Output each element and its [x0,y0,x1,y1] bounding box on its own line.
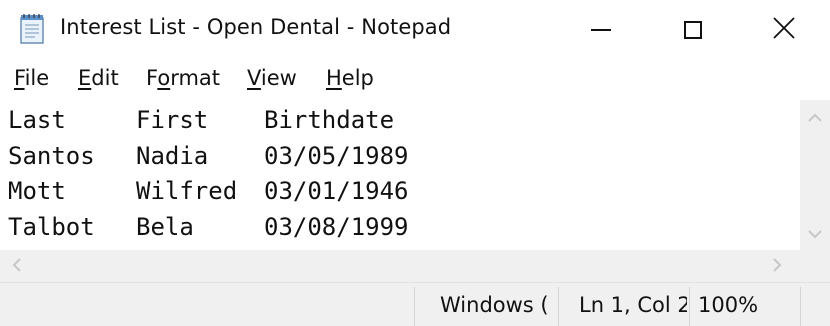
cell-birthdate: 03/01/1946 [264,177,409,205]
minimize-button[interactable] [555,0,647,60]
menu-help[interactable]: Help [326,66,374,90]
status-divider [800,287,801,326]
text-editor[interactable]: Last First Birthdate Santos Nadia 03/05/… [0,100,800,250]
notepad-window: Interest List - Open Dental - Notepad Fi… [0,0,830,326]
text-line: Mott Wilfred 03/01/1946 [8,173,409,209]
close-button[interactable] [738,0,830,60]
menu-view[interactable]: View [247,66,297,90]
menu-edit[interactable]: Edit [78,66,119,90]
chevron-up-icon [808,108,822,127]
status-divider [558,287,559,326]
close-icon [773,17,795,43]
status-bar: Windows ( Ln 1, Col 2 100% [0,282,830,326]
text-line: Talbot Bela 03/08/1999 [8,209,409,245]
cell-first: Bela [136,213,194,241]
scroll-up-button[interactable] [800,100,830,134]
chevron-left-icon [12,257,22,276]
status-zoom: 100% [698,293,759,317]
minimize-icon [591,29,611,31]
status-encoding: Windows ( [440,293,549,317]
horizontal-scrollbar[interactable] [0,250,800,282]
cell-first: Wilfred [136,177,238,205]
column-header-birthdate: Birthdate [264,106,395,134]
title-bar[interactable]: Interest List - Open Dental - Notepad [0,0,830,60]
maximize-icon [684,21,702,39]
cell-birthdate: 03/05/1989 [264,142,409,170]
window-title: Interest List - Open Dental - Notepad [60,15,452,39]
cell-last: Talbot [8,213,95,241]
cell-first: Nadia [136,142,209,170]
status-divider [689,287,690,326]
scroll-left-button[interactable] [0,250,34,282]
scrollbar-corner [800,250,830,282]
status-divider [414,287,415,326]
chevron-right-icon [772,257,782,276]
chevron-down-icon [808,224,822,243]
text-line: Santos Nadia 03/05/1989 [8,138,409,174]
text-line-header: Last First Birthdate [8,102,394,138]
column-header-last: Last [8,106,66,134]
notepad-icon[interactable] [18,13,46,45]
cell-last: Santos [8,142,95,170]
status-cursor-position: Ln 1, Col 2 [579,293,687,317]
scroll-right-button[interactable] [760,250,794,282]
cell-last: Mott [8,177,66,205]
menu-format[interactable]: Format [146,66,220,90]
column-header-first: First [136,106,209,134]
menu-bar: File Edit Format View Help [0,60,830,100]
maximize-button[interactable] [647,0,739,60]
scroll-down-button[interactable] [800,216,830,250]
menu-file[interactable]: File [14,66,49,90]
vertical-scrollbar[interactable] [800,100,830,250]
cell-birthdate: 03/08/1999 [264,213,409,241]
